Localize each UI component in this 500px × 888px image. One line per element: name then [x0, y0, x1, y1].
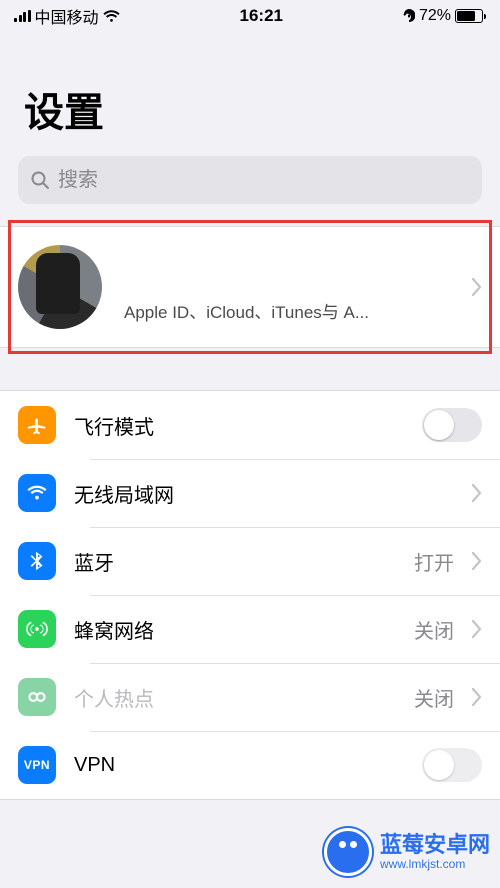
vpn-toggle[interactable]	[422, 748, 482, 782]
wifi-tile-icon	[18, 474, 56, 512]
row-cellular[interactable]: 蜂窝网络 关闭	[0, 595, 500, 663]
cellular-signal-icon	[14, 10, 31, 22]
appleid-subtitle: Apple ID、iCloud、iTunes与 A...	[102, 252, 464, 323]
watermark-url: www.lmkjst.com	[380, 858, 490, 871]
cellular-icon	[18, 610, 56, 648]
status-right: 72%	[403, 7, 486, 25]
row-vpn[interactable]: VPN VPN	[0, 731, 500, 799]
page-title: 设置	[0, 32, 500, 156]
chevron-right-icon	[472, 552, 482, 570]
status-bar: 中国移动 16:21 72%	[0, 0, 500, 32]
bluetooth-icon	[18, 542, 56, 580]
row-value: 关闭	[414, 615, 454, 644]
row-value: 打开	[414, 547, 454, 576]
row-wifi[interactable]: 无线局域网	[0, 459, 500, 527]
row-value: 关闭	[414, 683, 454, 712]
chevron-right-icon	[472, 688, 482, 706]
row-label: 个人热点	[56, 683, 414, 712]
row-bluetooth[interactable]: 蓝牙 打开	[0, 527, 500, 595]
clock: 16:21	[240, 6, 283, 26]
row-label: VPN	[56, 754, 422, 777]
orientation-lock-icon	[403, 9, 415, 23]
avatar	[18, 245, 102, 329]
row-label: 无线局域网	[56, 479, 454, 508]
watermark-title: 蓝莓安卓网	[380, 833, 490, 857]
carrier-label: 中国移动	[35, 4, 99, 28]
row-label: 蓝牙	[56, 547, 414, 576]
row-hotspot[interactable]: 个人热点 关闭	[0, 663, 500, 731]
search-input[interactable]	[58, 169, 470, 192]
chevron-right-icon	[472, 278, 482, 296]
row-label: 蜂窝网络	[56, 615, 414, 644]
status-left: 中国移动	[14, 4, 120, 28]
battery-icon	[455, 9, 486, 23]
search-field[interactable]	[18, 156, 482, 204]
search-icon	[30, 170, 50, 190]
chevron-right-icon	[472, 484, 482, 502]
airplane-toggle[interactable]	[422, 408, 482, 442]
chevron-right-icon	[472, 620, 482, 638]
appleid-group: Apple ID、iCloud、iTunes与 A...	[0, 226, 500, 348]
watermark-logo-icon	[324, 828, 372, 876]
airplane-icon	[18, 406, 56, 444]
row-label: 飞行模式	[56, 411, 422, 440]
wifi-icon	[103, 10, 120, 23]
battery-percent: 72%	[419, 7, 451, 25]
row-airplane-mode[interactable]: 飞行模式	[0, 391, 500, 459]
settings-group-network: 飞行模式 无线局域网 蓝牙 打开 蜂窝网络 关闭 个人热点 关闭	[0, 390, 500, 800]
vpn-icon: VPN	[18, 746, 56, 784]
hotspot-icon	[18, 678, 56, 716]
watermark: 蓝莓安卓网 www.lmkjst.com	[324, 828, 490, 876]
appleid-cell[interactable]: Apple ID、iCloud、iTunes与 A...	[0, 227, 500, 347]
